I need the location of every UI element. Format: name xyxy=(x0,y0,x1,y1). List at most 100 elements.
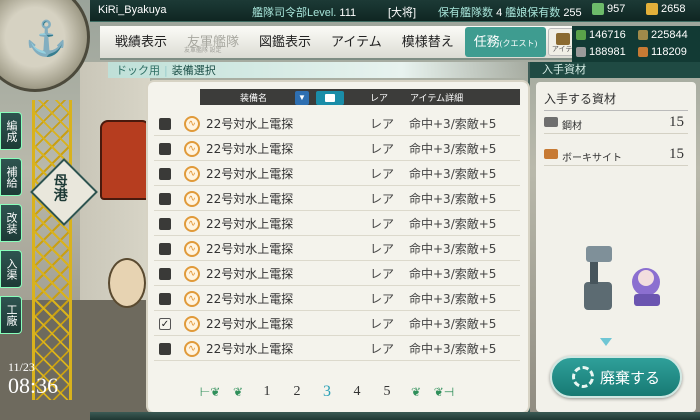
equipment-name: 22号対水上電探 xyxy=(206,217,294,231)
equipment-rarity: レア xyxy=(370,167,395,181)
admiral-rank: [大将] xyxy=(388,7,417,19)
equipment-name: 22号対水上電探 xyxy=(206,117,294,131)
home-port-label: 母港 xyxy=(51,173,68,202)
equipment-rarity: レア xyxy=(370,242,395,256)
page-3-current[interactable]: 3 xyxy=(312,383,342,401)
nav-furniture[interactable]: 模様替え xyxy=(393,27,463,57)
side-tab-resupply[interactable]: 補給 xyxy=(0,158,22,196)
equipment-name: 22号対水上電探 xyxy=(206,192,294,206)
page-2[interactable]: 2 xyxy=(282,384,312,400)
radar-icon: ∿ xyxy=(184,165,200,182)
scrap-button-label: 廃棄する xyxy=(599,370,660,387)
bucket-resource: 957 xyxy=(592,3,625,15)
fleet-count-value: 4 xyxy=(496,7,503,19)
breadcrumb-current: 装備選択 xyxy=(171,64,216,77)
select-checkbox[interactable] xyxy=(159,342,171,355)
side-tab-repair[interactable]: 入渠 xyxy=(0,250,22,288)
nav-quests[interactable]: 任務(クエスト) xyxy=(464,27,547,57)
fuel-icon xyxy=(576,30,586,40)
crane-structure xyxy=(32,100,72,400)
nav-friend-fleet[interactable]: 友軍艦隊 友軍艦隊 設定 xyxy=(178,27,248,57)
side-tab-remodel[interactable]: 改装 xyxy=(0,204,22,242)
select-checkbox[interactable] xyxy=(159,292,171,305)
steel-icon xyxy=(544,117,558,127)
equipment-row[interactable]: ✓ ∿ 22号対水上電探 レア 命中+3/索敵+5 xyxy=(154,312,520,336)
equipment-row[interactable]: ∿ 22号対水上電探 レア 命中+3/索敵+5 xyxy=(154,287,520,311)
col-rarity: レア xyxy=(370,93,389,103)
last-page-button[interactable]: ❦⊣ xyxy=(430,385,458,400)
equipment-row[interactable]: ∿ 22号対水上電探 レア 命中+3/索敵+5 xyxy=(154,112,520,136)
equipment-name: 22号対水上電探 xyxy=(206,342,294,356)
equipment-rarity: レア xyxy=(370,342,395,356)
equipment-detail: 命中+3/索敵+5 xyxy=(409,317,497,331)
panel-divider xyxy=(528,62,530,420)
equipment-rarity: レア xyxy=(370,142,395,156)
equipment-list-panel: 装備名 ▼ レア アイテム詳細 ∿ 22号対水上電探 レア 命中+3/索敵+5 ∿ 22号… xyxy=(148,82,528,412)
breadcrumb: ドック用 | 装備選択 xyxy=(108,62,528,78)
equipment-detail: 命中+3/索敵+5 xyxy=(409,217,497,231)
select-checkbox[interactable] xyxy=(159,217,171,230)
col-item-detail: アイテム詳細 xyxy=(410,93,464,103)
obtain-bauxite-row: ボーキサイト 15 xyxy=(544,144,688,166)
breadcrumb-parent[interactable]: ドック用 xyxy=(116,62,160,78)
nav-items[interactable]: アイテム xyxy=(322,27,391,57)
equipment-rarity: レア xyxy=(370,217,395,231)
select-checkbox[interactable]: ✓ xyxy=(159,317,171,330)
first-page-button[interactable]: ⊢❦ xyxy=(196,385,224,400)
select-checkbox[interactable] xyxy=(159,192,171,205)
next-page-button[interactable]: ❦ xyxy=(402,385,430,400)
obtain-bauxite-label: ボーキサイト xyxy=(562,153,622,164)
ammo-resource: 225844 xyxy=(638,29,688,41)
equipment-detail: 命中+3/索敵+5 xyxy=(409,117,497,131)
sort-dropdown-button[interactable]: ▼ xyxy=(295,91,309,105)
page-5[interactable]: 5 xyxy=(372,384,402,400)
sort-type-icon[interactable] xyxy=(316,91,344,105)
side-tab-factory[interactable]: 工廠 xyxy=(0,296,22,334)
page-4[interactable]: 4 xyxy=(342,384,372,400)
col-equipment-name: 装備名 xyxy=(240,93,268,103)
select-checkbox[interactable] xyxy=(159,267,171,280)
select-checkbox[interactable] xyxy=(159,142,171,155)
equipment-detail: 命中+3/索敵+5 xyxy=(409,267,497,281)
nav-record[interactable]: 戦績表示 xyxy=(106,27,176,57)
equipment-row[interactable]: ∿ 22号対水上電探 レア 命中+3/索敵+5 xyxy=(154,337,520,361)
equipment-row[interactable]: ∿ 22号対水上電探 レア 命中+3/索敵+5 xyxy=(154,237,520,261)
top-status-bar: KiRi_Byakuya 艦隊司令部Level. 111 [大将] 保有艦隊数 … xyxy=(90,0,700,22)
equipment-row[interactable]: ∿ 22号対水上電探 レア 命中+3/索敵+5 xyxy=(154,137,520,161)
ship-count-value: 255 xyxy=(563,7,582,19)
equipment-rarity: レア xyxy=(370,292,395,306)
equipment-row[interactable]: ∿ 22号対水上電探 レア 命中+3/索敵+5 xyxy=(154,262,520,286)
select-checkbox[interactable] xyxy=(159,117,171,130)
equipment-row[interactable]: ∿ 22号対水上電探 レア 命中+3/索敵+5 xyxy=(154,187,520,211)
equipment-name: 22号対水上電探 xyxy=(206,142,294,156)
equipment-rarity: レア xyxy=(370,267,395,281)
scrap-button[interactable]: 廃棄する xyxy=(550,356,682,398)
equipment-rarity: レア xyxy=(370,192,395,206)
equipment-row[interactable]: ∿ 22号対水上電探 レア 命中+3/索敵+5 xyxy=(154,212,520,236)
scrap-radar-illustration xyxy=(584,246,660,310)
bauxite-resource: 118209 xyxy=(638,46,687,58)
steel-resource: 188981 xyxy=(576,46,626,58)
select-checkbox[interactable] xyxy=(159,242,171,255)
down-arrow-icon xyxy=(600,338,612,346)
bauxite-icon xyxy=(544,149,558,159)
bottom-frame xyxy=(90,412,700,420)
nav-encyclopedia[interactable]: 図鑑表示 xyxy=(250,27,320,57)
equipment-name: 22号対水上電探 xyxy=(206,317,294,331)
side-tab-organize[interactable]: 編成 xyxy=(0,112,22,150)
bucket-icon xyxy=(592,3,604,15)
select-checkbox[interactable] xyxy=(159,167,171,180)
page-1[interactable]: 1 xyxy=(252,384,282,400)
prev-page-button[interactable]: ❦ xyxy=(224,385,252,400)
clock-time: 08:36 xyxy=(8,373,59,398)
ammo-icon xyxy=(638,30,648,40)
equipment-detail: 命中+3/索敵+5 xyxy=(409,242,497,256)
dev-material-icon xyxy=(646,3,658,15)
equipment-rarity: レア xyxy=(370,317,395,331)
equipment-rarity: レア xyxy=(370,117,395,131)
equipment-row[interactable]: ∿ 22号対水上電探 レア 命中+3/索敵+5 xyxy=(154,162,520,186)
obtain-title: 入手する資材 xyxy=(544,90,688,111)
obtain-tab-label: 入手資材 xyxy=(530,62,700,78)
gear-icon xyxy=(571,366,594,388)
equipment-name: 22号対水上電探 xyxy=(206,167,294,181)
